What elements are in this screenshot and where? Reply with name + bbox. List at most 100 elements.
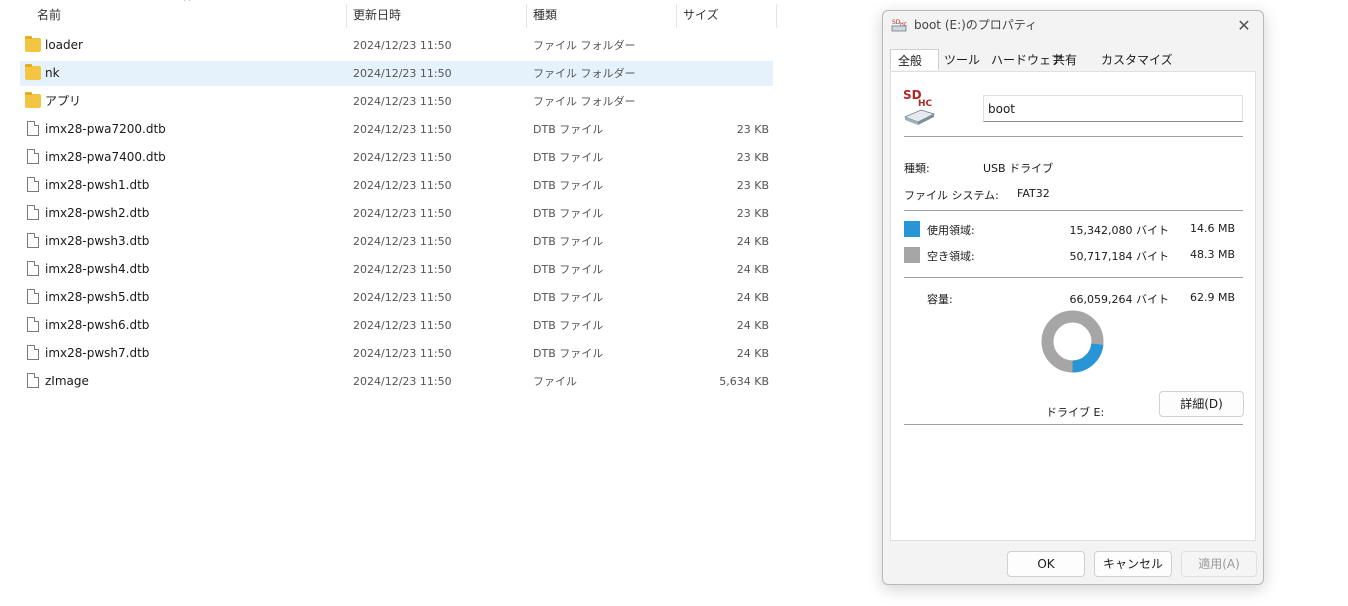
volume-label-input[interactable] <box>983 95 1243 122</box>
free-space-swatch <box>904 247 920 263</box>
file-date: 2024/12/23 11:50 <box>353 375 452 388</box>
file-name: loader <box>45 38 83 52</box>
file-size: 24 KB <box>736 235 769 248</box>
file-type: DTB ファイル <box>533 263 604 276</box>
details-button[interactable]: 詳細(D) <box>1159 391 1244 417</box>
column-separator[interactable] <box>776 4 777 28</box>
column-header-bar: ^ 名前 更新日時 種類 サイズ <box>0 0 800 30</box>
used-space-bytes: 15,342,080 バイト <box>1069 224 1169 237</box>
column-separator[interactable] <box>676 4 677 28</box>
file-name: imx28-pwa7400.dtb <box>45 150 166 164</box>
capacity-size: 62.9 MB <box>1189 291 1235 304</box>
file-date: 2024/12/23 11:50 <box>353 235 452 248</box>
close-icon[interactable]: ✕ <box>1231 14 1257 38</box>
divider <box>904 277 1243 278</box>
file-type: ファイル フォルダー <box>533 39 636 52</box>
file-size: 24 KB <box>736 263 769 276</box>
svg-text:HC: HC <box>900 22 908 28</box>
file-row[interactable]: imx28-pwsh5.dtb 2024/12/23 11:50 DTB ファイル 2… <box>20 285 773 310</box>
tab-general[interactable]: 全般 <box>890 49 939 70</box>
file-name: imx28-pwsh3.dtb <box>45 234 150 248</box>
file-icon <box>27 205 39 220</box>
file-type: DTB ファイル <box>533 347 604 360</box>
file-size: 5,634 KB <box>719 375 769 388</box>
file-row[interactable]: imx28-pwsh2.dtb 2024/12/23 11:50 DTB ファイル 2… <box>20 201 773 226</box>
capacity-label: 容量: <box>927 293 953 306</box>
column-type[interactable]: 種類 <box>533 0 557 28</box>
file-type: ファイル フォルダー <box>533 67 636 80</box>
tab-strip: 全般 ツール ハードウェア 共有 カスタマイズ <box>890 49 1260 71</box>
drive-icon-text-hc: HC <box>918 99 933 109</box>
file-icon <box>27 121 39 136</box>
file-row[interactable]: imx28-pwsh7.dtb 2024/12/23 11:50 DTB ファイル 2… <box>20 341 773 366</box>
file-name: nk <box>45 66 60 80</box>
file-size: 24 KB <box>736 291 769 304</box>
file-row[interactable]: loader 2024/12/23 11:50 ファイル フォルダー <box>20 33 773 58</box>
cancel-button[interactable]: キャンセル <box>1094 551 1172 577</box>
tab-sharing[interactable]: 共有 <box>1053 49 1077 70</box>
file-date: 2024/12/23 11:50 <box>353 67 452 80</box>
file-icon <box>27 177 39 192</box>
file-row[interactable]: nk 2024/12/23 11:50 ファイル フォルダー <box>20 61 773 86</box>
file-name: imx28-pwsh7.dtb <box>45 346 150 360</box>
dialog-titlebar[interactable]: SD HC boot (E:)のプロパティ ✕ <box>883 11 1263 41</box>
divider <box>904 210 1243 211</box>
ok-button[interactable]: OK <box>1007 551 1085 577</box>
column-size[interactable]: サイズ <box>683 0 719 28</box>
drive-caption: ドライブ E: <box>1046 406 1105 419</box>
file-name: imx28-pwsh5.dtb <box>45 290 150 304</box>
file-row[interactable]: imx28-pwa7200.dtb 2024/12/23 11:50 DTB ファイ… <box>20 117 773 142</box>
file-row[interactable]: imx28-pwsh4.dtb 2024/12/23 11:50 DTB ファイル 2… <box>20 257 773 282</box>
file-name: imx28-pwsh6.dtb <box>45 318 150 332</box>
file-date: 2024/12/23 11:50 <box>353 319 452 332</box>
file-row[interactable]: imx28-pwsh6.dtb 2024/12/23 11:50 DTB ファイル 2… <box>20 313 773 338</box>
file-name: アプリ <box>45 94 82 108</box>
file-type: ファイル <box>533 375 577 388</box>
file-size: 23 KB <box>736 123 769 136</box>
usage-donut-chart <box>1041 310 1104 373</box>
file-size: 23 KB <box>736 179 769 192</box>
free-space-bytes: 50,717,184 バイト <box>1069 250 1169 263</box>
file-size: 23 KB <box>736 207 769 220</box>
file-name: zImage <box>45 374 89 388</box>
file-type: DTB ファイル <box>533 123 604 136</box>
file-name: imx28-pwa7200.dtb <box>45 122 166 136</box>
file-row[interactable]: zImage 2024/12/23 11:50 ファイル 5,634 KB <box>20 369 773 394</box>
tab-tools[interactable]: ツール <box>944 49 980 70</box>
file-row[interactable]: imx28-pwa7400.dtb 2024/12/23 11:50 DTB ファイ… <box>20 145 773 170</box>
filesystem-label: ファイル システム: <box>904 189 999 202</box>
file-icon <box>27 149 39 164</box>
column-separator[interactable] <box>526 4 527 28</box>
file-icon <box>27 345 39 360</box>
file-row[interactable]: imx28-pwsh1.dtb 2024/12/23 11:50 DTB ファイル 2… <box>20 173 773 198</box>
file-row[interactable]: アプリ 2024/12/23 11:50 ファイル フォルダー <box>20 89 773 114</box>
file-row[interactable]: imx28-pwsh3.dtb 2024/12/23 11:50 DTB ファイル 2… <box>20 229 773 254</box>
used-space-size: 14.6 MB <box>1189 222 1235 235</box>
dialog-title: boot (E:)のプロパティ <box>914 18 1038 32</box>
column-name[interactable]: 名前 <box>37 0 61 28</box>
general-panel: SD HC 種類: USB ドライブ ファイル システム: FAT32 使用領域… <box>890 71 1256 541</box>
file-name: imx28-pwsh4.dtb <box>45 262 150 276</box>
file-explorer: ^ 名前 更新日時 種類 サイズ loader 2024/12/23 11:50 フ… <box>0 0 880 606</box>
apply-button[interactable]: 適用(A) <box>1181 551 1257 577</box>
file-type: DTB ファイル <box>533 151 604 164</box>
sort-ascending-icon: ^ <box>183 0 192 8</box>
sdhc-drive-icon: SD HC <box>903 88 936 125</box>
tab-customize[interactable]: カスタマイズ <box>1101 49 1173 70</box>
type-label: 種類: <box>904 162 930 175</box>
free-space-size: 48.3 MB <box>1189 248 1235 261</box>
file-type: DTB ファイル <box>533 319 604 332</box>
file-date: 2024/12/23 11:50 <box>353 207 452 220</box>
file-name: imx28-pwsh1.dtb <box>45 178 150 192</box>
file-icon <box>27 233 39 248</box>
sd-card-icon: SD HC <box>891 19 908 32</box>
used-space-label: 使用領域: <box>927 224 975 237</box>
file-date: 2024/12/23 11:50 <box>353 291 452 304</box>
column-date[interactable]: 更新日時 <box>353 0 401 28</box>
file-icon <box>27 289 39 304</box>
folder-icon <box>25 36 41 52</box>
divider <box>904 136 1243 137</box>
column-separator[interactable] <box>346 4 347 28</box>
file-icon <box>27 317 39 332</box>
file-type: DTB ファイル <box>533 179 604 192</box>
